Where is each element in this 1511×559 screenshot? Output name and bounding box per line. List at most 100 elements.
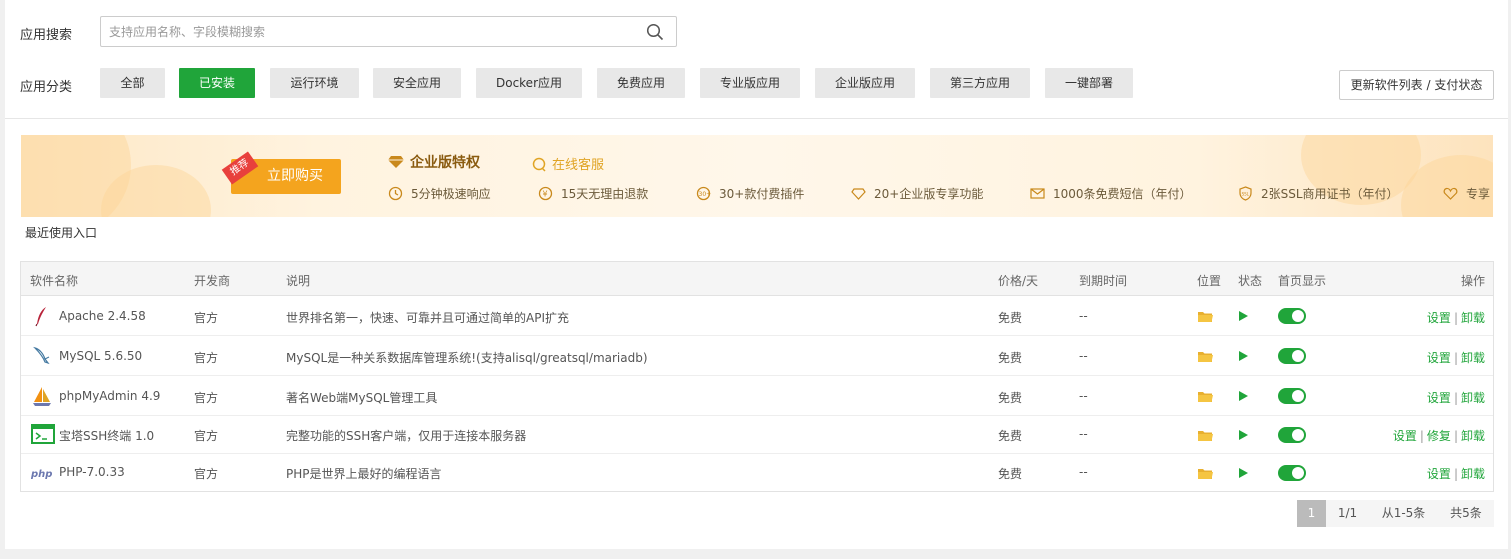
col-ops: 操作 <box>1460 274 1485 288</box>
software-name: PHP-7.0.33 <box>59 465 125 479</box>
clock-icon <box>388 186 403 201</box>
feature-sms: 1000条免费短信（年付） <box>1030 185 1192 202</box>
search-box[interactable] <box>100 16 677 47</box>
feature-plugins: 30+ 30+款付费插件 <box>696 185 804 202</box>
ops-cell: 设置 | 卸载 <box>1427 389 1485 406</box>
divider <box>5 118 1508 119</box>
svg-text:¥: ¥ <box>543 190 548 199</box>
heart-icon <box>1443 187 1458 200</box>
description: 世界排名第一，快速、可靠并且可通过简单的API扩充 <box>286 311 569 325</box>
category-installed[interactable]: 已安装 <box>179 68 255 98</box>
settings-link[interactable]: 设置 <box>1427 311 1451 325</box>
mail-icon <box>1030 188 1045 199</box>
feature-enterprise-functions: 20+企业版专享功能 <box>851 185 983 202</box>
price: 免费 <box>998 429 1023 443</box>
home-display-toggle[interactable] <box>1278 308 1306 324</box>
op-separator: | <box>1453 351 1458 365</box>
op-separator: | <box>1453 311 1458 325</box>
table-row: phpMyAdmin 4.9 官方 著名Web端MySQL管理工具 免费 -- … <box>21 376 1493 416</box>
uninstall-link[interactable]: 卸载 <box>1461 391 1485 405</box>
apache-feather-icon <box>35 307 46 327</box>
feature-text: 20+企业版专享功能 <box>874 187 984 201</box>
table-header: 软件名称 开发商 说明 价格/天 到期时间 位置 状态 首页显示 操作 <box>21 262 1493 296</box>
op-separator: | <box>1453 429 1458 443</box>
category-security[interactable]: 安全应用 <box>373 68 461 98</box>
page-range: 从1-5条 <box>1369 500 1438 527</box>
op-separator: | <box>1419 429 1424 443</box>
update-software-list-button[interactable]: 更新软件列表 / 支付状态 <box>1339 70 1494 100</box>
ssl-shield-icon: SSL <box>1239 186 1252 201</box>
category-docker[interactable]: Docker应用 <box>476 68 582 98</box>
svg-text:SSL: SSL <box>1242 192 1250 197</box>
play-icon[interactable] <box>1239 468 1248 478</box>
price: 免费 <box>998 311 1023 325</box>
uninstall-link[interactable]: 卸载 <box>1461 351 1485 365</box>
play-icon[interactable] <box>1239 351 1248 361</box>
feature-text: 2张SSL商用证书（年付） <box>1261 187 1399 201</box>
category-runtime[interactable]: 运行环境 <box>270 68 359 98</box>
folder-icon[interactable] <box>1198 311 1213 322</box>
diamond-icon <box>388 156 404 168</box>
folder-icon[interactable] <box>1198 391 1213 402</box>
vendor: 官方 <box>194 391 219 405</box>
play-icon[interactable] <box>1239 391 1248 401</box>
plugin-icon: 30+ <box>696 186 711 201</box>
page-current[interactable]: 1 <box>1297 500 1326 527</box>
price: 免费 <box>998 351 1023 365</box>
play-icon[interactable] <box>1239 311 1248 321</box>
search-icon[interactable] <box>646 23 664 41</box>
ops-cell: 设置 | 卸载 <box>1427 349 1485 366</box>
enterprise-banner[interactable]: 立即购买 推荐 企业版特权 在线客服 5分钟极速响应 ¥15天无理由退款 30+… <box>21 135 1493 217</box>
feature-text: 1000条免费短信（年付） <box>1053 187 1192 201</box>
play-icon[interactable] <box>1239 430 1248 440</box>
recent-entry-label: 最近使用入口 <box>25 226 98 240</box>
online-service-link[interactable]: 在线客服 <box>532 154 604 173</box>
settings-link[interactable]: 设置 <box>1393 429 1417 443</box>
php-icon: php <box>31 469 52 480</box>
folder-icon[interactable] <box>1198 351 1213 362</box>
price: 免费 <box>998 467 1023 481</box>
description: PHP是世界上最好的编程语言 <box>286 467 442 481</box>
settings-link[interactable]: 设置 <box>1427 391 1451 405</box>
category-free[interactable]: 免费应用 <box>597 68 685 98</box>
software-name: Apache 2.4.58 <box>59 309 146 323</box>
category-all[interactable]: 全部 <box>100 68 165 98</box>
home-display-toggle[interactable] <box>1278 388 1306 404</box>
op-separator: | <box>1453 391 1458 405</box>
settings-link[interactable]: 设置 <box>1427 467 1451 481</box>
ops-cell: 设置 | 卸载 <box>1427 309 1485 326</box>
description: MySQL是一种关系数据库管理系统!(支持alisql/greatsql/mar… <box>286 351 648 365</box>
description: 著名Web端MySQL管理工具 <box>286 391 438 405</box>
col-home-display: 首页显示 <box>1278 274 1327 288</box>
online-service-text: 在线客服 <box>552 158 605 173</box>
vendor: 官方 <box>194 429 219 443</box>
software-name: MySQL 5.6.50 <box>59 349 143 363</box>
folder-icon[interactable] <box>1198 430 1213 441</box>
uninstall-link[interactable]: 卸载 <box>1461 311 1485 325</box>
category-label: 应用分类 <box>20 80 73 95</box>
vendor: 官方 <box>194 311 219 325</box>
feature-text: 30+款付费插件 <box>719 187 805 201</box>
search-input[interactable] <box>109 23 629 41</box>
category-enterprise[interactable]: 企业版应用 <box>815 68 915 98</box>
vendor: 官方 <box>194 467 219 481</box>
settings-link[interactable]: 设置 <box>1427 351 1451 365</box>
phpmyadmin-sailboat-icon <box>33 387 51 406</box>
search-label: 应用搜索 <box>20 28 73 43</box>
enterprise-title-text: 企业版特权 <box>410 155 480 171</box>
category-third-party[interactable]: 第三方应用 <box>930 68 1030 98</box>
diamond-outline-icon <box>851 188 866 200</box>
category-one-click[interactable]: 一键部署 <box>1045 68 1133 98</box>
home-display-toggle[interactable] <box>1278 427 1306 443</box>
home-display-toggle[interactable] <box>1278 465 1306 481</box>
category-pro[interactable]: 专业版应用 <box>700 68 800 98</box>
uninstall-link[interactable]: 卸载 <box>1461 429 1485 443</box>
repair-link[interactable]: 修复 <box>1427 429 1451 443</box>
col-expire: 到期时间 <box>1079 274 1128 288</box>
feature-text: 15天无理由退款 <box>561 187 649 201</box>
home-display-toggle[interactable] <box>1278 348 1306 364</box>
expire-time: -- <box>1079 389 1088 403</box>
terminal-icon <box>31 424 55 444</box>
uninstall-link[interactable]: 卸载 <box>1461 467 1485 481</box>
folder-icon[interactable] <box>1198 468 1213 479</box>
